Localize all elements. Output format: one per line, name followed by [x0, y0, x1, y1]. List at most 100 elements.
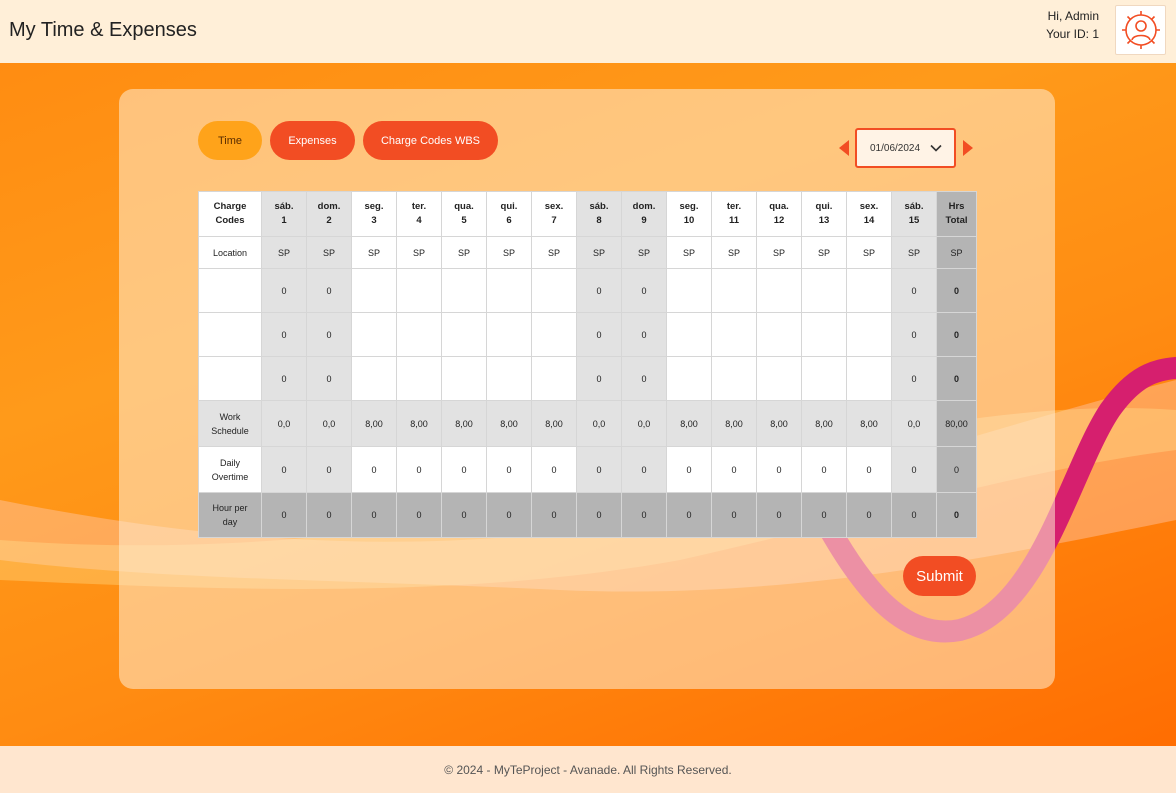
day-header: sex. 7 — [531, 191, 577, 237]
hours-cell[interactable] — [711, 356, 757, 401]
hours-cell[interactable]: 0 — [576, 268, 622, 313]
charge-code-cell[interactable] — [198, 312, 262, 357]
hour-per-day-cell: 0 — [396, 492, 442, 538]
hours-cell[interactable] — [396, 312, 442, 357]
table-row: 000000 — [198, 268, 977, 313]
location-cell[interactable]: SP — [801, 236, 847, 269]
hours-cell[interactable]: 0 — [261, 312, 307, 357]
overtime-cell: 0 — [261, 446, 307, 493]
location-cell[interactable]: SP — [441, 236, 487, 269]
hours-cell[interactable]: 0 — [891, 356, 937, 401]
overtime-cell: 0 — [441, 446, 487, 493]
arrow-left-icon[interactable] — [839, 140, 849, 156]
location-cell[interactable]: SP — [351, 236, 397, 269]
location-cell[interactable]: SP — [396, 236, 442, 269]
work-schedule-cell: 8,00 — [801, 400, 847, 447]
day-header: dom. 9 — [621, 191, 667, 237]
hours-cell[interactable] — [801, 356, 847, 401]
hours-cell[interactable]: 0 — [306, 312, 352, 357]
hours-cell[interactable] — [711, 312, 757, 357]
work-schedule-cell: 8,00 — [666, 400, 712, 447]
hours-cell[interactable] — [756, 356, 802, 401]
day-header: seg. 3 — [351, 191, 397, 237]
hours-cell[interactable] — [756, 312, 802, 357]
day-header: dom. 2 — [306, 191, 352, 237]
date-select[interactable]: 01/06/2024 — [855, 128, 956, 168]
location-cell[interactable]: SP — [306, 236, 352, 269]
hours-cell[interactable]: 0 — [261, 356, 307, 401]
hours-cell[interactable] — [441, 312, 487, 357]
tab-charge-codes-wbs[interactable]: Charge Codes WBS — [363, 121, 498, 160]
hours-cell[interactable] — [351, 312, 397, 357]
hours-cell[interactable] — [351, 356, 397, 401]
tab-expenses[interactable]: Expenses — [270, 121, 355, 160]
hour-per-day-cell: 0 — [711, 492, 757, 538]
hours-cell[interactable] — [756, 268, 802, 313]
location-cell[interactable]: SP — [531, 236, 577, 269]
hours-cell[interactable]: 0 — [576, 356, 622, 401]
work-schedule-cell: 8,00 — [441, 400, 487, 447]
location-cell[interactable]: SP — [486, 236, 532, 269]
location-cell[interactable]: SP — [666, 236, 712, 269]
tab-time[interactable]: Time — [198, 121, 262, 160]
hours-cell[interactable]: 0 — [306, 268, 352, 313]
hours-cell[interactable] — [531, 356, 577, 401]
charge-codes-header: Charge Codes — [198, 191, 262, 237]
hours-cell[interactable] — [396, 356, 442, 401]
location-cell[interactable]: SP — [891, 236, 937, 269]
day-header: ter. 11 — [711, 191, 757, 237]
hours-cell[interactable] — [711, 268, 757, 313]
hours-cell[interactable] — [351, 268, 397, 313]
hours-cell[interactable] — [666, 312, 712, 357]
hours-cell[interactable] — [666, 268, 712, 313]
top-bar: My Time & Expenses Hi, Admin Your ID: 1 — [0, 0, 1176, 63]
submit-button[interactable]: Submit — [903, 556, 976, 596]
hours-cell[interactable] — [846, 356, 892, 401]
day-header: qua. 5 — [441, 191, 487, 237]
hours-cell[interactable] — [441, 268, 487, 313]
location-cell[interactable]: SP — [576, 236, 622, 269]
hours-cell[interactable]: 0 — [621, 268, 667, 313]
arrow-right-icon[interactable] — [963, 140, 973, 156]
hours-cell[interactable]: 0 — [891, 268, 937, 313]
hours-cell[interactable] — [441, 356, 487, 401]
hours-cell[interactable] — [486, 268, 532, 313]
hours-cell[interactable] — [666, 356, 712, 401]
hours-cell[interactable] — [846, 312, 892, 357]
hours-cell[interactable]: 0 — [621, 312, 667, 357]
hours-cell[interactable]: 0 — [891, 312, 937, 357]
hours-cell[interactable]: 0 — [261, 268, 307, 313]
row-total: 0 — [936, 356, 977, 401]
hour-per-day-cell: 0 — [261, 492, 307, 538]
hour-per-day-cell: 0 — [621, 492, 667, 538]
charge-code-cell[interactable] — [198, 268, 262, 313]
location-cell[interactable]: SP — [261, 236, 307, 269]
charge-code-cell[interactable] — [198, 356, 262, 401]
day-header: sáb. 15 — [891, 191, 937, 237]
hour-per-day-cell: 0 — [576, 492, 622, 538]
location-cell[interactable]: SP — [756, 236, 802, 269]
hours-cell[interactable] — [801, 312, 847, 357]
work-schedule-cell: 8,00 — [846, 400, 892, 447]
hours-cell[interactable] — [801, 268, 847, 313]
hours-cell[interactable] — [396, 268, 442, 313]
work-schedule-cell: 8,00 — [396, 400, 442, 447]
hours-cell[interactable]: 0 — [306, 356, 352, 401]
hours-cell[interactable] — [531, 268, 577, 313]
table-header-row: Charge Codes sáb. 1 dom. 2 seg. 3 ter. 4 qua. 5 qu… — [198, 191, 977, 237]
hours-cell[interactable]: 0 — [621, 356, 667, 401]
hours-cell[interactable] — [846, 268, 892, 313]
day-header: ter. 4 — [396, 191, 442, 237]
location-cell[interactable]: SP — [711, 236, 757, 269]
hours-cell[interactable] — [486, 312, 532, 357]
hours-cell[interactable] — [531, 312, 577, 357]
row-total: 0 — [936, 312, 977, 357]
location-cell[interactable]: SP — [846, 236, 892, 269]
user-gear-icon[interactable] — [1115, 5, 1166, 55]
overtime-cell: 0 — [621, 446, 667, 493]
location-cell[interactable]: SP — [621, 236, 667, 269]
hours-cell[interactable]: 0 — [576, 312, 622, 357]
hours-cell[interactable] — [486, 356, 532, 401]
work-schedule-cell: 8,00 — [486, 400, 532, 447]
work-schedule-cell: 0,0 — [621, 400, 667, 447]
